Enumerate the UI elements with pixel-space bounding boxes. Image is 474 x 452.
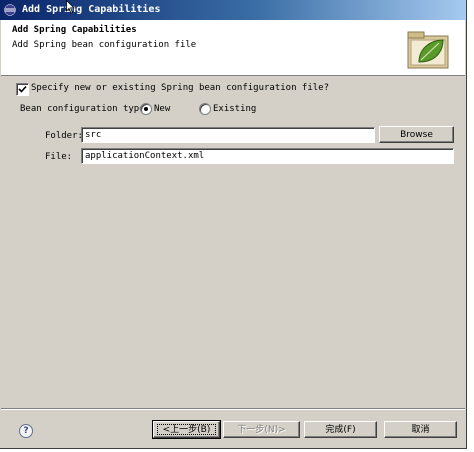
wizard-header: Add Spring Capabilities Add Spring bean … [1, 20, 465, 76]
specify-config-checkbox[interactable] [16, 83, 29, 96]
back-button[interactable]: <上一步(B) [152, 420, 221, 439]
footer-separator [1, 408, 465, 410]
radio-new[interactable] [140, 103, 152, 115]
focus-ring [157, 424, 216, 435]
folder-label: Folder: [45, 131, 83, 141]
radio-existing-label: Existing [213, 104, 257, 114]
finish-button-label: 完成(F) [325, 425, 356, 435]
radio-existing[interactable] [199, 103, 211, 115]
window-title: Add Spring Capabilities [22, 4, 161, 15]
finish-button[interactable]: 完成(F) [304, 421, 377, 438]
specify-config-label: Specify new or existing Spring bean conf… [31, 83, 330, 93]
bean-type-label: Bean configuration type: [20, 104, 151, 114]
cancel-button[interactable]: 取消 [384, 421, 457, 438]
radio-new-label: New [154, 104, 171, 114]
next-button[interactable]: 下一步(N)> [223, 421, 300, 438]
help-icon[interactable]: ? [19, 424, 33, 438]
mouse-cursor-icon [66, 0, 75, 14]
header-title: Add Spring Capabilities [12, 25, 137, 35]
file-input[interactable] [81, 148, 454, 164]
spring-leaf-folder-icon [407, 31, 449, 69]
file-label: File: [45, 152, 73, 162]
cancel-button-label: 取消 [411, 425, 430, 435]
eclipse-icon [4, 4, 16, 16]
next-button-label: 下一步(N)> [237, 425, 286, 435]
browse-button[interactable]: Browse [379, 126, 454, 143]
folder-input[interactable] [81, 127, 375, 143]
radio-selected-dot [144, 107, 148, 111]
header-description: Add Spring bean configuration file [12, 40, 197, 50]
add-spring-dialog: Add Spring Capabilities Add Spring Capab… [0, 0, 467, 449]
browse-button-label: Browse [400, 130, 433, 140]
checkmark-icon [18, 85, 27, 93]
